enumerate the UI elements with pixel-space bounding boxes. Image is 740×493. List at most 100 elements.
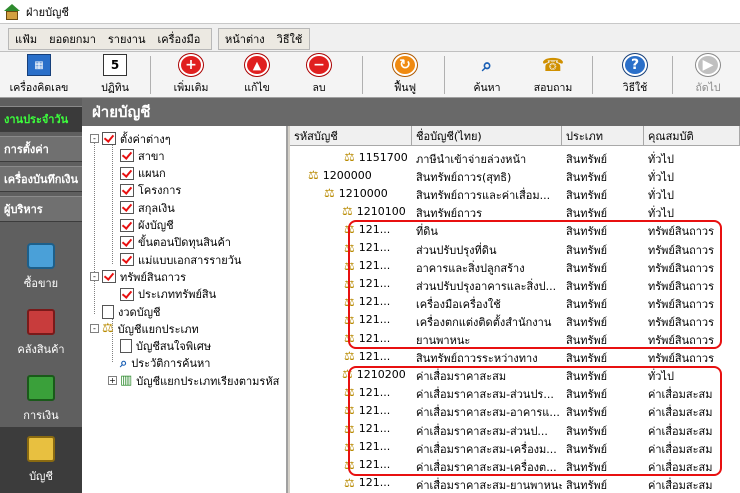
help-button[interactable]: ? วิธีใช้ — [600, 54, 670, 96]
calendar-button[interactable]: 5 ปฏิทิน — [80, 54, 150, 96]
tree-item-label: ประวัติการค้นหา — [131, 357, 211, 371]
money-icon — [27, 374, 55, 401]
tree-item[interactable]: ประเภททรัพย์สิน — [108, 286, 216, 303]
account-code: 121... — [358, 476, 391, 490]
tree-item[interactable]: แผนก — [108, 165, 166, 182]
checklist-icon — [120, 253, 134, 267]
menu-window[interactable]: หน้าต่าง — [225, 30, 265, 48]
tree-item-label: บัญชีแยกประเภท — [117, 322, 199, 336]
tree-item[interactable]: - ตั้งค่าต่างๆ — [90, 130, 171, 147]
checklist-icon — [120, 218, 134, 232]
tree-item-label: งวดบัญชี — [118, 305, 161, 319]
tree-item[interactable]: - ⚖ บัญชีแยกประเภท — [90, 320, 199, 337]
table-row[interactable]: ⚖ 121... สินทรัพย์ถาวรระหว่างทาง สินทรัพย์ท… — [290, 347, 740, 365]
module-accounting[interactable]: บัญชี — [0, 427, 82, 493]
checklist-icon — [120, 183, 134, 197]
tree-item-label: แม่แบบเอกสารรายวัน — [138, 253, 242, 267]
tree-item[interactable]: + ▥ บัญชีแยกประเภทเรียงตามรหัส — [108, 372, 279, 389]
tree-item[interactable]: ⌕ ประวัติการค้นหา — [108, 355, 210, 372]
table-row[interactable]: ⚖ 1210100 สินทรัพย์ถาวร สินทรัพย์ ทั่วไป — [290, 202, 740, 220]
tree-item-label: สกุลเงิน — [138, 201, 175, 215]
trade-icon — [27, 242, 55, 269]
chart-icon: ▥ — [120, 373, 133, 389]
account-code: 1210000 — [338, 186, 388, 200]
tree-item-label: ประเภททรัพย์สิน — [138, 288, 217, 302]
edit-button[interactable]: ▲ แก้ไข — [222, 54, 292, 96]
search-icon: ⌕ — [120, 355, 128, 371]
toolbar: ▦ เครื่องคิดเลข 5 ปฏิทิน + เพิ่มเติม ▲ แ… — [0, 52, 740, 98]
delete-icon: − — [307, 54, 331, 76]
account-code: 1151700 — [358, 150, 408, 164]
table-row[interactable]: ⚖ 1200000 สินทรัพย์ถาวร(สุทธิ) สินทรัพย์ ทั่… — [290, 166, 740, 184]
tree-item[interactable]: แม่แบบเอกสารรายวัน — [108, 251, 241, 268]
table-row[interactable]: ⚖ 1210000 สินทรัพย์ถาวรและค่าเสื่อม... สินท… — [290, 184, 740, 202]
phone-icon: ☎ — [541, 54, 565, 76]
tree-item[interactable]: ขั้นตอนปิดทุนสินค้า — [108, 234, 231, 251]
account-scale-icon: ⚖ — [308, 168, 319, 183]
column-header-attribute[interactable]: คุณสมบัติ — [644, 126, 740, 146]
sidebar-section-cash-register[interactable]: เครื่องบันทึกเงิน — [0, 166, 82, 192]
refresh-icon: ↻ — [393, 54, 417, 76]
checklist-icon — [120, 149, 134, 163]
delete-button[interactable]: − ลบ — [284, 54, 354, 96]
menu-tools[interactable]: เครื่องมือ — [157, 30, 200, 48]
menu-opening-balance[interactable]: ยอดยกมา — [49, 30, 96, 48]
column-header-name[interactable]: ชื่อบัญชี(ไทย) — [412, 126, 562, 146]
column-header-code[interactable]: รหัสบัญชี — [290, 126, 412, 146]
document-icon — [120, 339, 132, 354]
tree-item-label: บัญชีสนใจพิเศษ — [136, 340, 212, 354]
collapse-icon[interactable]: - — [90, 272, 99, 282]
expand-icon[interactable]: + — [108, 376, 117, 386]
tree-item-label: ขั้นตอนปิดทุนสินค้า — [138, 236, 231, 250]
calendar-icon: 5 — [103, 54, 127, 76]
checklist-icon — [120, 166, 134, 180]
edit-icon: ▲ — [245, 54, 269, 76]
account-scale-icon: ⚖ — [342, 204, 353, 219]
tree-item[interactable]: โครงการ — [108, 182, 181, 199]
account-code: 1200000 — [322, 168, 372, 182]
collapse-icon[interactable]: - — [90, 324, 99, 334]
search-icon: ⌕ — [481, 54, 493, 76]
tree-item[interactable]: งวดบัญชี — [90, 303, 161, 320]
tree-item[interactable]: สาขา — [108, 147, 165, 164]
tree-item[interactable]: ผังบัญชี — [108, 217, 174, 234]
menu-report[interactable]: รายงาน — [108, 30, 146, 48]
calculator-button[interactable]: ▦ เครื่องคิดเลข — [4, 54, 74, 96]
sidebar-section-settings[interactable]: การตั้งค่า — [0, 136, 82, 162]
refresh-button[interactable]: ↻ ฟื้นฟู — [370, 54, 440, 96]
module-inventory[interactable]: คลังสินค้า — [0, 300, 82, 366]
sidebar-section-management[interactable]: ผู้บริหาร — [0, 196, 82, 222]
add-button[interactable]: + เพิ่มเติม — [156, 54, 226, 96]
menu-group-window: หน้าต่าง วิธีใช้ — [218, 28, 310, 50]
highlight-depreciation — [348, 366, 722, 476]
table-row[interactable]: ⚖ 1151700 ภาษีนำเข้าจ่ายล่วงหน้า สินทรัพย์ท… — [290, 148, 740, 166]
menu-file[interactable]: แฟ้ม — [15, 30, 37, 48]
accounting-scale-icon — [27, 435, 55, 462]
module-trade[interactable]: ซื้อขาย — [0, 234, 82, 300]
table-row[interactable]: ⚖ 121... ค่าเสื่อมราคาสะสม-ยานพาหนะ สินทรัพ… — [290, 474, 740, 492]
highlight-fixed-assets — [348, 220, 722, 349]
tree-item[interactable]: บัญชีสนใจพิเศษ — [108, 338, 211, 355]
module-finance[interactable]: การเงิน — [0, 366, 82, 432]
search-button[interactable]: ⌕ ค้นหา — [452, 54, 522, 96]
inquiry-button[interactable]: ☎ สอบถาม — [518, 54, 588, 96]
page-title: ฝ่ายบัญชี — [82, 98, 740, 126]
checklist-icon — [102, 132, 116, 145]
collapse-icon[interactable]: - — [90, 134, 99, 143]
tree-item-label: สาขา — [138, 149, 165, 163]
window-title: ฝ่ายบัญชี — [26, 5, 69, 19]
menu-help[interactable]: วิธีใช้ — [277, 30, 303, 48]
sidebar: งานประจำวัน การตั้งค่า เครื่องบันทึกเงิน… — [0, 98, 82, 493]
tree-item-label: ผังบัญชี — [138, 219, 174, 232]
tree-item[interactable]: - ทรัพย์สินถาวร — [90, 268, 186, 285]
next-button[interactable]: ▶ ถัดไป — [678, 54, 738, 96]
cell-type: สินทรัพย์ — [566, 478, 608, 492]
menu-group-main: แฟ้ม ยอดยกมา รายงาน เครื่องมือ — [8, 28, 212, 50]
sidebar-section-daily[interactable]: งานประจำวัน — [0, 106, 82, 132]
menu-bar: แฟ้ม ยอดยกมา รายงาน เครื่องมือ หน้าต่าง … — [0, 24, 740, 52]
tree-item[interactable]: สกุลเงิน — [108, 199, 175, 216]
title-bar: ฝ่ายบัญชี — [0, 0, 740, 24]
add-icon: + — [179, 54, 203, 76]
column-header-type[interactable]: ประเภท — [562, 126, 644, 146]
tree-item-label: โครงการ — [138, 184, 182, 198]
